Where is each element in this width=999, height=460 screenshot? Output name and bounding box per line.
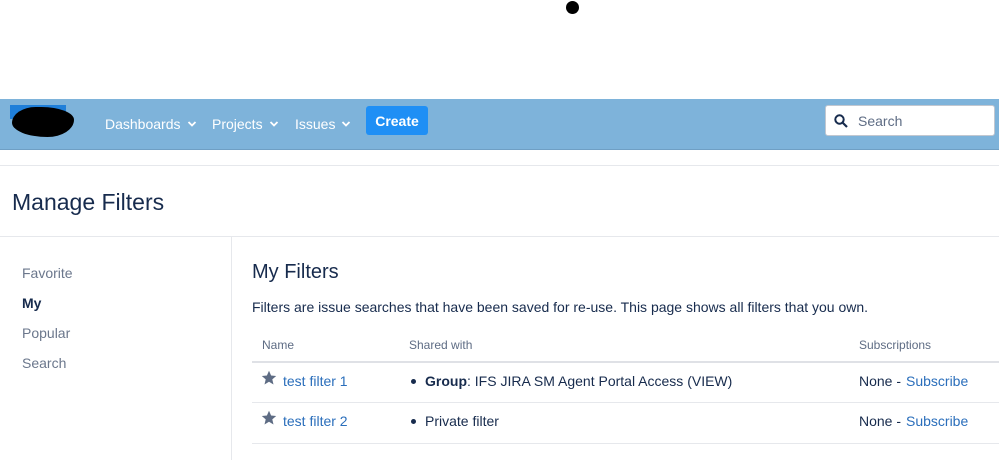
sidebar-item-search[interactable]: Search <box>22 355 66 371</box>
filter-link[interactable]: test filter 2 <box>283 413 348 429</box>
subscribe-link[interactable]: Subscribe <box>906 373 968 389</box>
shared-with-detail: : IFS JIRA SM Agent Portal Access (VIEW) <box>467 373 733 389</box>
subscriptions-none: None - <box>859 413 902 429</box>
star-icon[interactable] <box>261 410 277 426</box>
top-navigation-bar: Dashboards Projects Issues Create <box>0 99 999 150</box>
nav-issues[interactable]: Issues <box>295 99 351 149</box>
row-divider <box>252 443 999 444</box>
cursor-dot <box>566 1 579 14</box>
chevron-down-icon <box>269 121 278 127</box>
sidebar-item-popular[interactable]: Popular <box>22 325 70 341</box>
nav-issues-label: Issues <box>295 116 336 132</box>
nav-projects[interactable]: Projects <box>212 99 279 149</box>
column-header-shared-with: Shared with <box>409 338 473 352</box>
bullet <box>411 379 416 384</box>
shared-with-cell: Group: IFS JIRA SM Agent Portal Access (… <box>425 373 732 389</box>
nav-projects-label: Projects <box>212 116 263 132</box>
page-title: Manage Filters <box>12 189 165 215</box>
sidebar-item-favorite[interactable]: Favorite <box>22 265 73 281</box>
logo[interactable] <box>10 105 74 137</box>
bullet <box>411 419 416 424</box>
search-box[interactable] <box>825 105 995 136</box>
column-header-subscriptions: Subscriptions <box>859 338 932 352</box>
sidebar-divider <box>231 237 232 460</box>
sidebar-item-my[interactable]: My <box>22 295 41 311</box>
section-title: My Filters <box>252 261 339 283</box>
star-icon[interactable] <box>261 370 277 386</box>
subscribe-link[interactable]: Subscribe <box>906 413 968 429</box>
row-divider <box>252 402 999 403</box>
shared-with-cell: Private filter <box>425 413 499 429</box>
column-header-name[interactable]: Name <box>262 338 294 352</box>
subscriptions-none: None - <box>859 373 902 389</box>
divider <box>0 165 999 166</box>
filter-link[interactable]: test filter 1 <box>283 373 348 389</box>
divider <box>0 236 999 237</box>
search-input[interactable] <box>856 111 990 130</box>
search-icon <box>834 113 848 128</box>
shared-with-type: Group <box>425 373 467 389</box>
table-header-divider <box>252 361 999 363</box>
redacted-logo <box>12 107 74 137</box>
chevron-down-icon <box>187 121 196 127</box>
chevron-down-icon <box>342 121 351 127</box>
section-description: Filters are issue searches that have bee… <box>252 299 869 315</box>
nav-dashboards-label: Dashboards <box>105 116 181 132</box>
create-button[interactable]: Create <box>366 106 428 135</box>
nav-dashboards[interactable]: Dashboards <box>105 99 197 149</box>
